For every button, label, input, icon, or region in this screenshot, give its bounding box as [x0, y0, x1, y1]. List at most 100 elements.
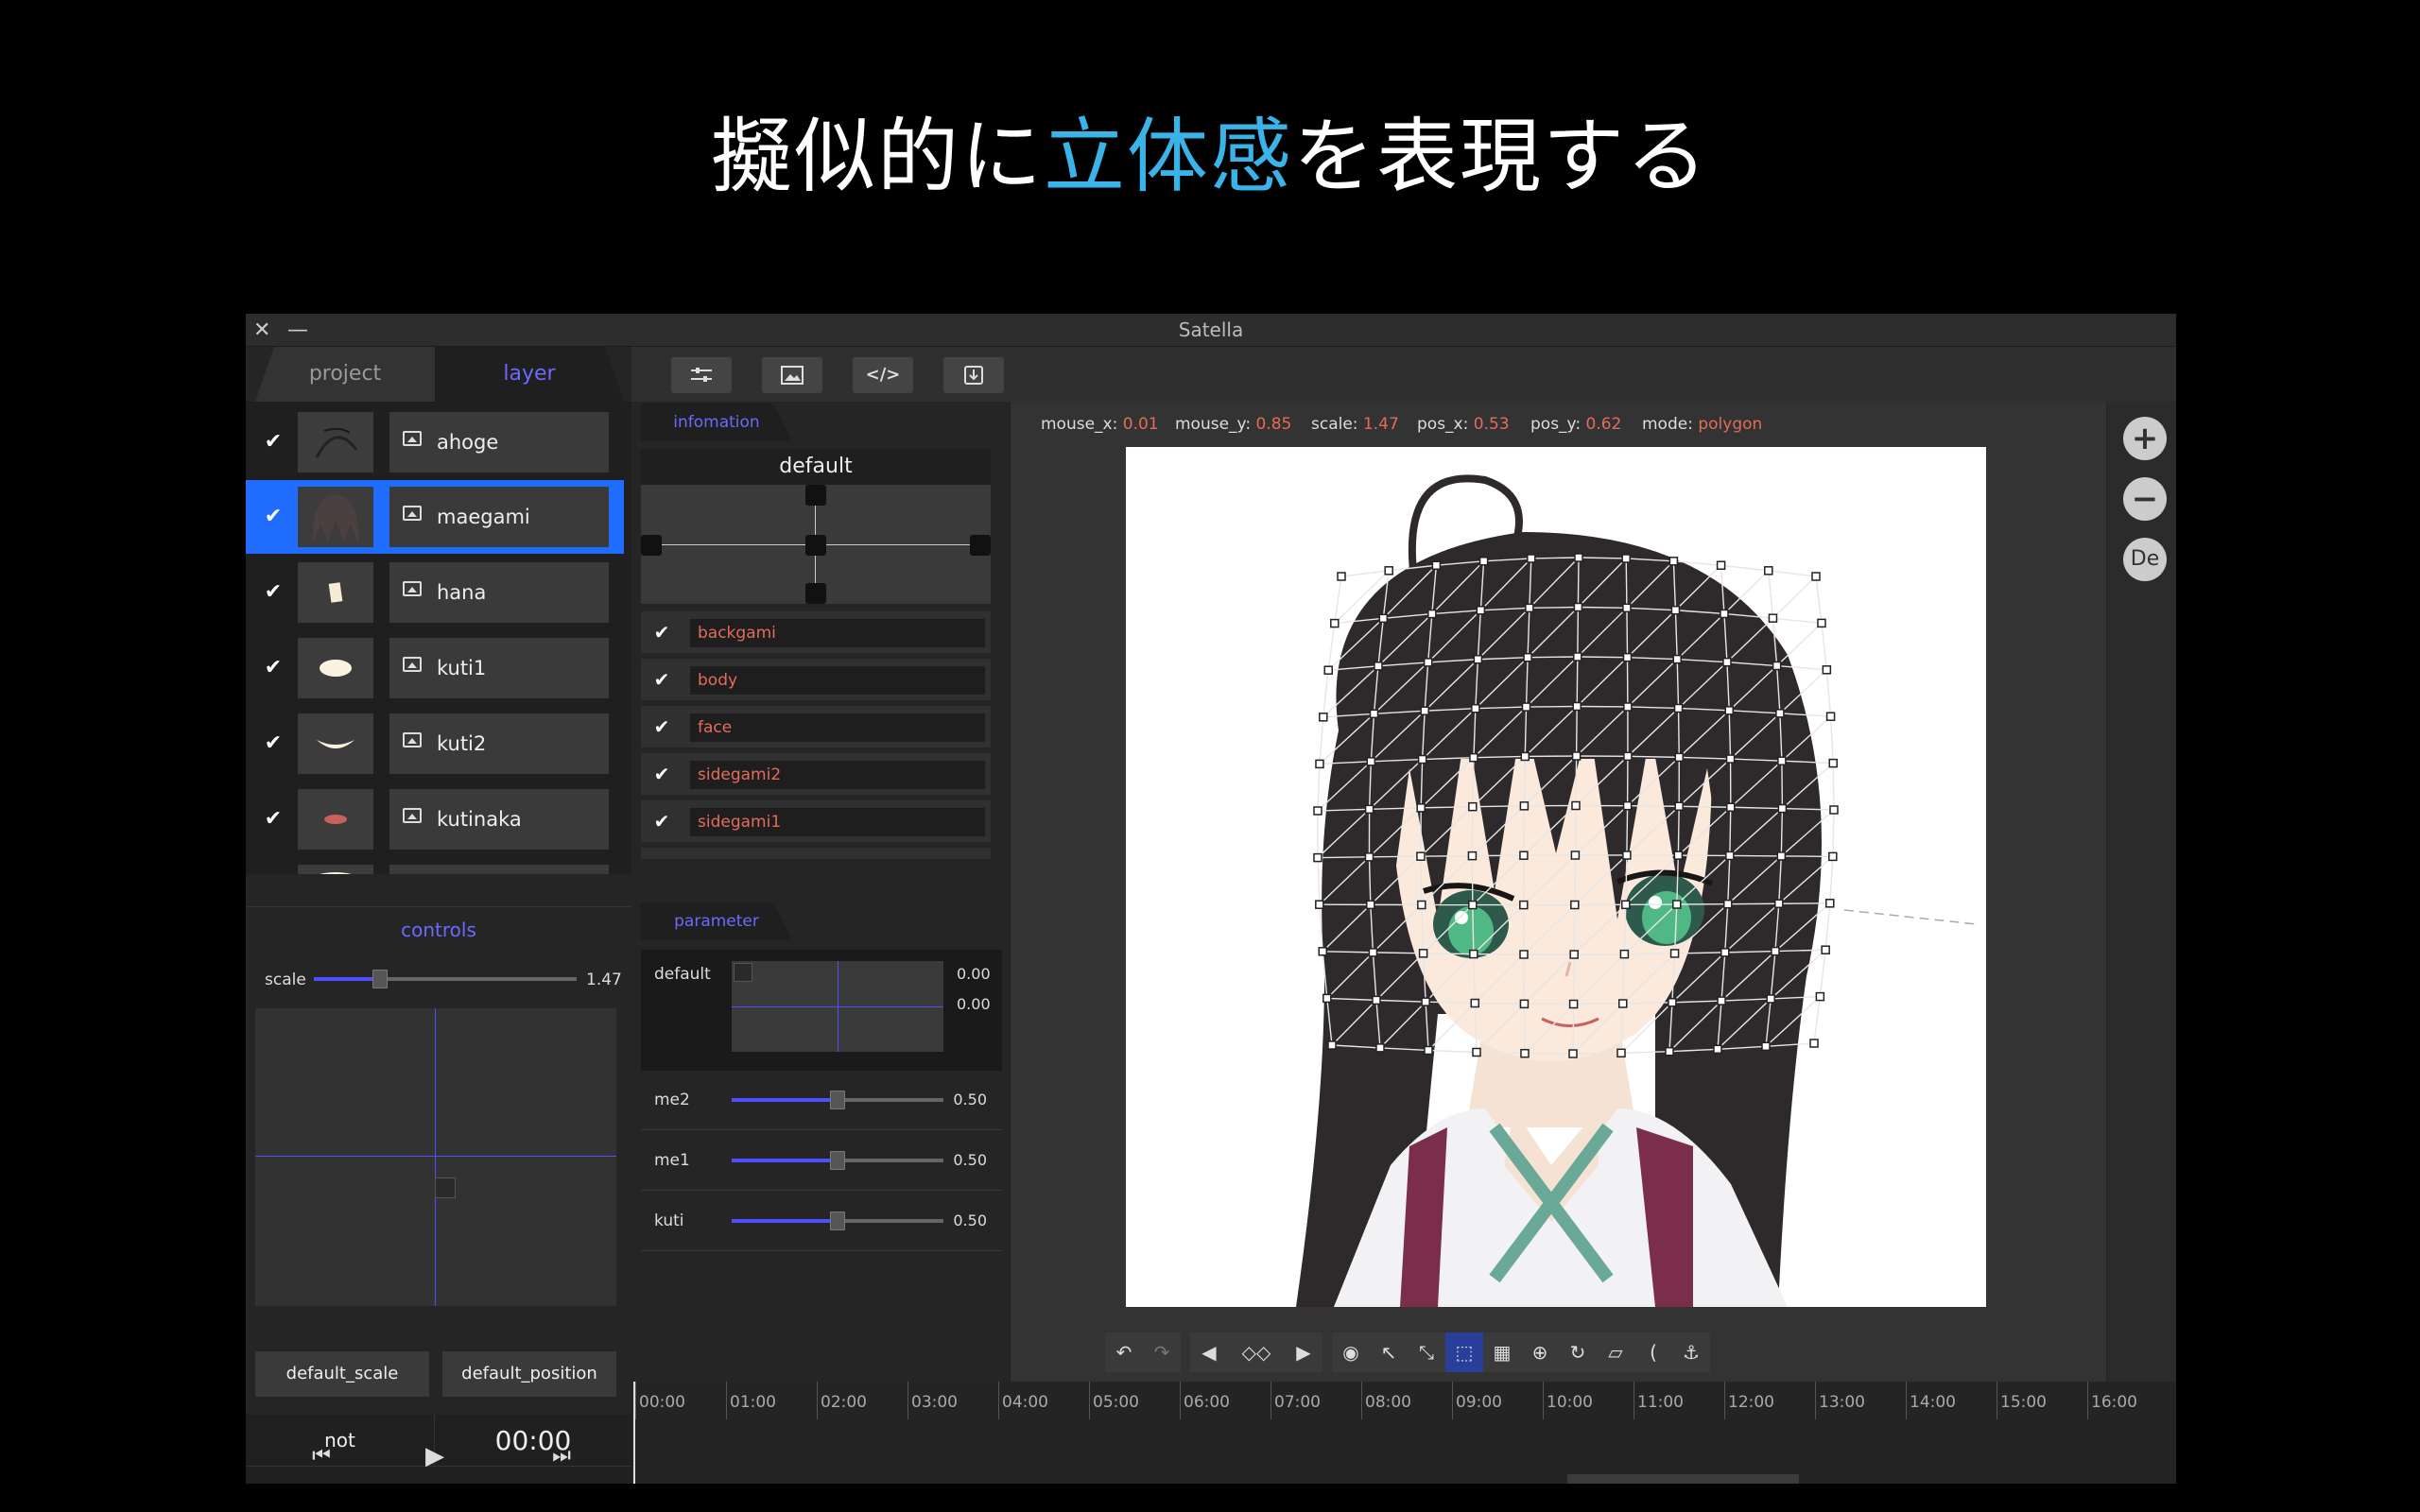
- preview-handle-left[interactable]: [641, 535, 662, 556]
- layer-name-box[interactable]: kuti2: [389, 713, 609, 774]
- part-row[interactable]: ✔ sidegami2: [641, 753, 991, 795]
- preview-handle-top[interactable]: [805, 485, 826, 506]
- pad-handle[interactable]: [435, 1177, 456, 1198]
- tab-infomation[interactable]: infomation: [641, 404, 792, 441]
- part-checkbox[interactable]: ✔: [652, 670, 671, 689]
- preview-handle-right[interactable]: [970, 535, 991, 556]
- part-checkbox[interactable]: ✔: [652, 812, 671, 831]
- layer-name-box[interactable]: kuti1: [389, 638, 609, 698]
- prev-frame-icon[interactable]: ◀: [1190, 1332, 1228, 1372]
- rotate-icon[interactable]: ↻: [1559, 1332, 1597, 1372]
- polygon-select-icon[interactable]: ⬚: [1445, 1332, 1483, 1372]
- anchor-icon[interactable]: ⚓: [1672, 1332, 1710, 1372]
- layer-checkbox[interactable]: ✔: [263, 809, 284, 830]
- layer-row-kuti1[interactable]: ✔ kuti1: [246, 631, 624, 705]
- code-icon[interactable]: </>: [853, 357, 913, 393]
- image-icon: [403, 431, 422, 446]
- layer-name-box[interactable]: ahoge: [389, 412, 609, 472]
- layer-row-kuti2[interactable]: ✔ kuti2: [246, 707, 624, 781]
- mesh-vertex: [1519, 999, 1530, 1009]
- layer-name-box[interactable]: maegami: [389, 487, 609, 547]
- scale-slider[interactable]: [314, 977, 577, 981]
- pointer-icon[interactable]: ↖: [1370, 1332, 1408, 1372]
- skip-back-icon[interactable]: ⏮: [302, 1444, 340, 1472]
- param-default-label: default: [654, 965, 711, 984]
- timeline-label: 15:00: [2000, 1393, 2047, 1412]
- preview-handle-center[interactable]: [805, 535, 826, 556]
- param-slider-knob[interactable]: [830, 1211, 845, 1230]
- status-value: 0.62: [1585, 415, 1622, 434]
- scale-slider-knob[interactable]: [372, 970, 388, 988]
- part-row[interactable]: ✔ body: [641, 659, 991, 700]
- keyframe-icon[interactable]: ◇◇: [1228, 1332, 1285, 1372]
- status-label: mouse_x:: [1041, 415, 1118, 434]
- default-position-button[interactable]: default_position: [442, 1351, 616, 1397]
- mesh-edge: [1768, 570, 1774, 619]
- layer-row-hana[interactable]: ✔ hana: [246, 556, 624, 629]
- close-icon[interactable]: ✕: [253, 314, 270, 347]
- resize-icon[interactable]: ⤡: [1408, 1332, 1445, 1372]
- mesh-vertex: [1717, 996, 1726, 1005]
- param-slider-knob[interactable]: [830, 1091, 845, 1109]
- layer-name-box[interactable]: hana: [389, 562, 609, 623]
- target-icon[interactable]: ⊕: [1521, 1332, 1559, 1372]
- eye-icon[interactable]: ◉: [1332, 1332, 1370, 1372]
- zoom-in-button[interactable]: +: [2123, 417, 2167, 460]
- zoom-out-button[interactable]: −: [2123, 477, 2167, 521]
- part-row[interactable]: ✔ sidegami1: [641, 800, 991, 842]
- mesh-edge: [1373, 952, 1424, 954]
- playhead[interactable]: [633, 1382, 635, 1484]
- layer-name-box[interactable]: kutinaka: [389, 789, 609, 850]
- timeline[interactable]: 00:00 01:00 02:00 03:00 04:00 05:00 06:00 07:00…: [631, 1382, 2176, 1484]
- mesh-vertex: [1337, 572, 1346, 581]
- param-slider-knob[interactable]: [830, 1151, 845, 1170]
- tab-project[interactable]: project: [255, 347, 435, 402]
- mesh-vertex: [1665, 1046, 1674, 1057]
- layer-row-ahoge[interactable]: ✔ ahoge: [246, 405, 624, 479]
- param-default-pad[interactable]: [732, 961, 943, 1052]
- skew-icon[interactable]: ▱: [1597, 1332, 1634, 1372]
- mesh-edge: [1813, 996, 1822, 1044]
- tab-layer[interactable]: layer: [435, 347, 624, 402]
- part-row[interactable]: ✔ backgami: [641, 611, 991, 653]
- mesh-vertex: [1364, 804, 1374, 815]
- part-checkbox[interactable]: ✔: [652, 765, 671, 783]
- layer-row-maegami[interactable]: ✔ maegami: [246, 480, 624, 554]
- character-canvas[interactable]: [1126, 447, 1986, 1307]
- download-icon[interactable]: [943, 357, 1004, 393]
- grid-icon[interactable]: ▦: [1483, 1332, 1521, 1372]
- layer-checkbox[interactable]: ✔: [263, 658, 284, 679]
- default-scale-button[interactable]: default_scale: [255, 1351, 429, 1397]
- tab-parameter[interactable]: parameter: [641, 902, 792, 940]
- skip-forward-icon[interactable]: ⏭: [543, 1444, 580, 1472]
- sliders-icon[interactable]: [671, 357, 732, 393]
- layer-checkbox[interactable]: ✔: [263, 432, 284, 453]
- part-checkbox[interactable]: ✔: [652, 623, 671, 642]
- layer-checkbox[interactable]: ✔: [263, 733, 284, 754]
- timeline-label: 05:00: [1093, 1393, 1139, 1412]
- layer-checkbox[interactable]: ✔: [263, 582, 284, 603]
- zoom-default-button[interactable]: De: [2123, 538, 2167, 581]
- undo-icon[interactable]: ↶: [1105, 1332, 1143, 1372]
- play-icon[interactable]: ▶: [416, 1442, 454, 1470]
- deform-preview[interactable]: [641, 485, 991, 604]
- next-frame-icon[interactable]: ▶: [1285, 1332, 1322, 1372]
- preview-handle-bottom[interactable]: [805, 583, 826, 604]
- part-row[interactable]: ✔ face: [641, 706, 991, 747]
- part-checkbox[interactable]: ✔: [652, 717, 671, 736]
- timeline-scrollbar[interactable]: [1567, 1474, 1799, 1484]
- param-row-kuti: kuti 0.50: [641, 1192, 1002, 1251]
- image-icon[interactable]: [762, 357, 822, 393]
- redo-icon[interactable]: ↷: [1143, 1332, 1181, 1372]
- layer-row-kutinaka[interactable]: ✔ kutinaka: [246, 782, 624, 856]
- param-pad-handle[interactable]: [734, 963, 752, 982]
- mesh-vertex: [1313, 852, 1322, 863]
- mesh-vertex: [1470, 998, 1480, 1008]
- layer-checkbox[interactable]: ✔: [263, 507, 284, 527]
- status-pos-x: pos_x: 0.53: [1417, 415, 1510, 434]
- curve-icon[interactable]: (: [1634, 1332, 1672, 1372]
- position-pad[interactable]: [255, 1008, 616, 1306]
- mesh-vertex: [1519, 900, 1529, 910]
- layer-thumbnail: [298, 487, 373, 547]
- minimize-icon[interactable]: —: [287, 314, 308, 347]
